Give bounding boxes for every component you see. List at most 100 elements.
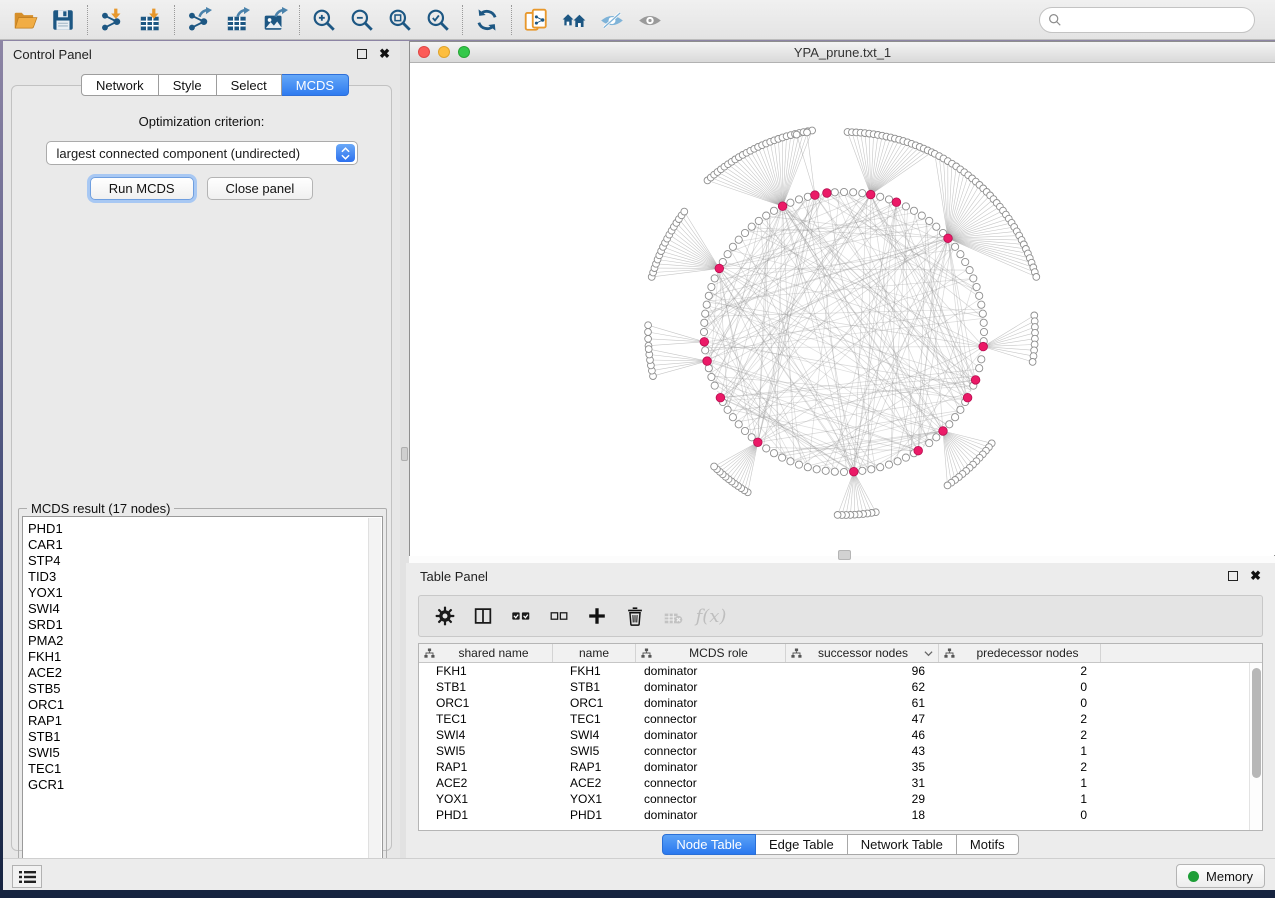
- hide-selected-icon[interactable]: [593, 3, 631, 37]
- export-network-icon[interactable]: [180, 3, 218, 37]
- zoom-in-icon[interactable]: [305, 3, 343, 37]
- cell-shared-name[interactable]: STB1: [419, 680, 553, 694]
- horizontal-splitter[interactable]: [409, 556, 1275, 563]
- result-node[interactable]: ACE2: [28, 665, 382, 681]
- cell-predecessor-nodes[interactable]: 2: [939, 712, 1101, 726]
- tab-network-table[interactable]: Network Table: [848, 834, 957, 855]
- mcds-result-list[interactable]: PHD1CAR1STP4TID3YOX1SWI4SRD1PMA2FKH1ACE2…: [22, 516, 383, 877]
- cell-MCDS-role[interactable]: dominator: [636, 728, 786, 742]
- cell-name[interactable]: SWI5: [553, 744, 636, 758]
- cell-shared-name[interactable]: PHD1: [419, 808, 553, 822]
- result-node[interactable]: TID3: [28, 569, 382, 585]
- cell-successor-nodes[interactable]: 43: [786, 744, 939, 758]
- result-node[interactable]: STB5: [28, 681, 382, 697]
- cell-predecessor-nodes[interactable]: 0: [939, 696, 1101, 710]
- cell-name[interactable]: TEC1: [553, 712, 636, 726]
- result-node[interactable]: GCR1: [28, 777, 382, 793]
- tab-network[interactable]: Network: [81, 74, 159, 96]
- close-panel-icon[interactable]: ✖: [379, 49, 390, 59]
- cell-successor-nodes[interactable]: 46: [786, 728, 939, 742]
- result-node[interactable]: TEC1: [28, 761, 382, 777]
- delete-row-icon[interactable]: [619, 600, 651, 632]
- cell-MCDS-role[interactable]: connector: [636, 792, 786, 806]
- result-node[interactable]: STP4: [28, 553, 382, 569]
- column-header-predecessor-nodes[interactable]: predecessor nodes: [939, 644, 1101, 662]
- cell-name[interactable]: ACE2: [553, 776, 636, 790]
- duplicate-network-icon[interactable]: [517, 3, 555, 37]
- result-node[interactable]: SWI4: [28, 601, 382, 617]
- select-all-icon[interactable]: [505, 600, 537, 632]
- result-node[interactable]: RAP1: [28, 713, 382, 729]
- cell-predecessor-nodes[interactable]: 2: [939, 728, 1101, 742]
- cell-predecessor-nodes[interactable]: 0: [939, 680, 1101, 694]
- export-image-icon[interactable]: [256, 3, 294, 37]
- cell-name[interactable]: STB1: [553, 680, 636, 694]
- cell-MCDS-role[interactable]: dominator: [636, 808, 786, 822]
- node-table[interactable]: shared namenameMCDS rolesuccessor nodesp…: [418, 643, 1263, 831]
- cell-successor-nodes[interactable]: 18: [786, 808, 939, 822]
- search-box[interactable]: [1039, 7, 1255, 33]
- zoom-out-icon[interactable]: [343, 3, 381, 37]
- memory-button[interactable]: Memory: [1176, 864, 1265, 888]
- settings-gear-icon[interactable]: [429, 600, 461, 632]
- cell-name[interactable]: SWI4: [553, 728, 636, 742]
- cell-name[interactable]: RAP1: [553, 760, 636, 774]
- import-table-icon[interactable]: [131, 3, 169, 37]
- cell-predecessor-nodes[interactable]: 2: [939, 664, 1101, 678]
- table-float-icon[interactable]: [1228, 571, 1238, 581]
- cell-shared-name[interactable]: RAP1: [419, 760, 553, 774]
- network-nodes[interactable]: [645, 127, 1040, 518]
- first-neighbors-icon[interactable]: [555, 3, 593, 37]
- run-mcds-button[interactable]: Run MCDS: [90, 177, 194, 200]
- show-all-icon[interactable]: [631, 3, 669, 37]
- tab-mcds[interactable]: MCDS: [282, 74, 349, 96]
- cell-MCDS-role[interactable]: dominator: [636, 664, 786, 678]
- column-header-MCDS-role[interactable]: MCDS role: [636, 644, 786, 662]
- result-node[interactable]: ORC1: [28, 697, 382, 713]
- zoom-selected-icon[interactable]: [419, 3, 457, 37]
- table-row[interactable]: PHD1PHD1dominator180: [419, 807, 1262, 823]
- cell-successor-nodes[interactable]: 47: [786, 712, 939, 726]
- refresh-icon[interactable]: [468, 3, 506, 37]
- cell-successor-nodes[interactable]: 29: [786, 792, 939, 806]
- vertical-splitter-grip[interactable]: [401, 447, 408, 461]
- cell-successor-nodes[interactable]: 96: [786, 664, 939, 678]
- cell-MCDS-role[interactable]: dominator: [636, 760, 786, 774]
- optimization-select[interactable]: largest connected component (undirected): [46, 141, 358, 165]
- result-node[interactable]: YOX1: [28, 585, 382, 601]
- result-node[interactable]: PMA2: [28, 633, 382, 649]
- cell-MCDS-role[interactable]: dominator: [636, 696, 786, 710]
- cell-name[interactable]: ORC1: [553, 696, 636, 710]
- cell-successor-nodes[interactable]: 62: [786, 680, 939, 694]
- cell-shared-name[interactable]: SWI5: [419, 744, 553, 758]
- table-close-icon[interactable]: ✖: [1250, 571, 1261, 581]
- cell-name[interactable]: FKH1: [553, 664, 636, 678]
- cell-predecessor-nodes[interactable]: 1: [939, 792, 1101, 806]
- result-scrollbar[interactable]: [368, 518, 381, 875]
- table-scrollbar-thumb[interactable]: [1252, 668, 1261, 778]
- cell-MCDS-role[interactable]: dominator: [636, 680, 786, 694]
- open-file-icon[interactable]: [6, 3, 44, 37]
- import-network-icon[interactable]: [93, 3, 131, 37]
- add-row-icon[interactable]: [581, 600, 613, 632]
- cell-MCDS-role[interactable]: connector: [636, 776, 786, 790]
- table-row[interactable]: YOX1YOX1connector291: [419, 791, 1262, 807]
- result-node[interactable]: CAR1: [28, 537, 382, 553]
- table-scrollbar[interactable]: [1249, 663, 1262, 830]
- cell-predecessor-nodes[interactable]: 2: [939, 760, 1101, 774]
- network-canvas[interactable]: [410, 63, 1274, 556]
- table-row[interactable]: TEC1TEC1connector472: [419, 711, 1262, 727]
- tab-style[interactable]: Style: [159, 74, 217, 96]
- result-node[interactable]: STB1: [28, 729, 382, 745]
- deselect-all-icon[interactable]: [543, 600, 575, 632]
- cell-shared-name[interactable]: FKH1: [419, 664, 553, 678]
- cell-name[interactable]: PHD1: [553, 808, 636, 822]
- tab-select[interactable]: Select: [217, 74, 282, 96]
- save-session-icon[interactable]: [44, 3, 82, 37]
- close-panel-button[interactable]: Close panel: [207, 177, 314, 200]
- tab-edge-table[interactable]: Edge Table: [756, 834, 848, 855]
- cell-successor-nodes[interactable]: 35: [786, 760, 939, 774]
- search-input[interactable]: [1067, 13, 1246, 27]
- horizontal-splitter-grip[interactable]: [838, 550, 851, 560]
- cell-predecessor-nodes[interactable]: 1: [939, 744, 1101, 758]
